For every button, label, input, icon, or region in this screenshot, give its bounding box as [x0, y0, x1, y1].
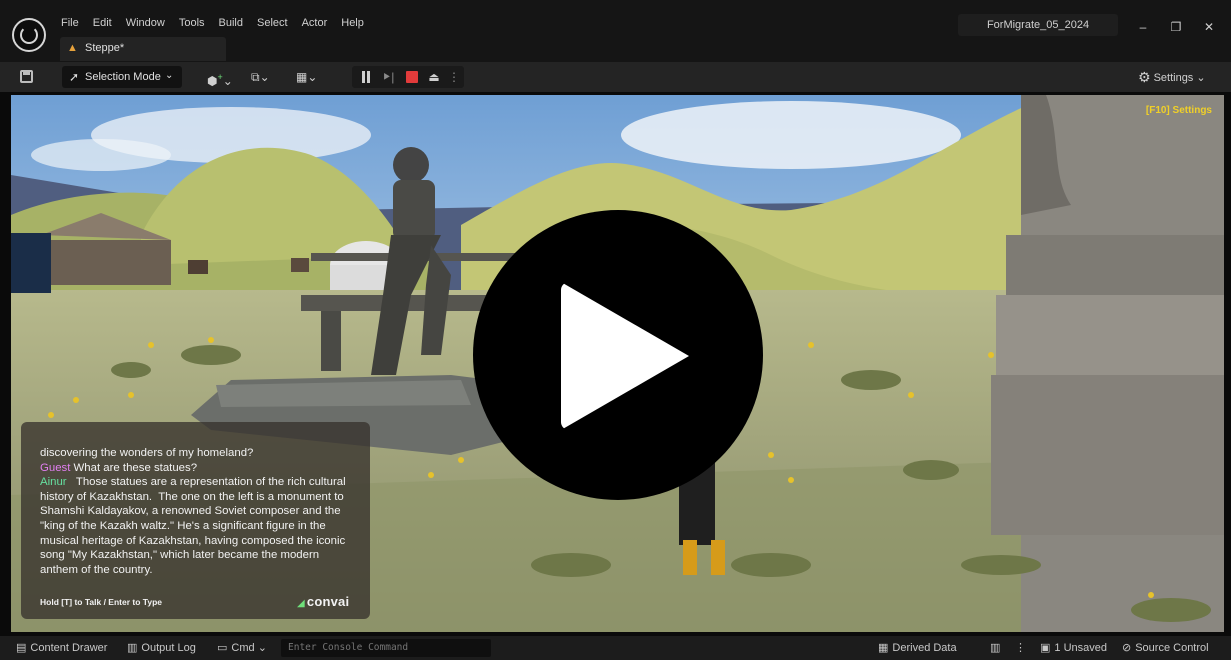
settings-dropdown[interactable]: ⚙ Settings ⌄ [1138, 68, 1206, 86]
project-name: ForMigrate_05_2024 [958, 14, 1118, 36]
derived-data-icon: ▦ [878, 642, 889, 654]
unsaved-button[interactable]: ▣ 1 Unsaved [1040, 636, 1107, 660]
convai-logo-icon: ◢ [297, 598, 305, 609]
close-icon[interactable]: ✕ [1198, 16, 1220, 38]
minimize-icon[interactable]: – [1132, 16, 1154, 38]
level-viewport[interactable]: [F10] Settings discovering the wonders o… [11, 95, 1224, 632]
play-controls: ⯈| ⏏ ⋮ [352, 66, 464, 88]
chat-transcript: discovering the wonders of my homeland? … [40, 446, 354, 577]
menu-help[interactable]: Help [334, 14, 371, 32]
save-icon[interactable] [18, 68, 36, 86]
level-tab[interactable]: ▲ Steppe* [60, 37, 226, 61]
menu-edit[interactable]: Edit [86, 14, 119, 32]
unsaved-label: 1 Unsaved [1054, 642, 1107, 654]
unsaved-icon: ▣ [1040, 642, 1051, 654]
content-drawer-label: Content Drawer [30, 642, 108, 654]
talk-hint: Hold [T] to Talk / Enter to Type [40, 597, 162, 607]
menu-select[interactable]: Select [250, 14, 295, 32]
console-input[interactable] [281, 639, 491, 657]
status-bar: ▤Content Drawer ▥Output Log ▭Cmd ⌄ ▦Deri… [0, 636, 1231, 660]
pause-icon[interactable] [356, 66, 376, 88]
video-play-button[interactable] [473, 210, 763, 500]
stop-icon[interactable] [406, 71, 418, 83]
derived-data-label: Derived Data [892, 642, 957, 654]
menu-file[interactable]: File [54, 14, 86, 32]
ainur-message: Those statues are a representation of th… [40, 476, 349, 576]
cursor-icon: ➚ [69, 70, 80, 84]
more-options-icon[interactable]: ⋮ [444, 66, 464, 88]
output-log-button[interactable]: ▥ Output Log [127, 636, 196, 660]
unreal-logo-icon[interactable] [12, 18, 46, 52]
play-icon [561, 282, 689, 430]
menu-actor[interactable]: Actor [295, 14, 335, 32]
content-drawer-button[interactable]: ▤ Content Drawer [16, 636, 107, 660]
chat-line-previous: discovering the wonders of my homeland? [40, 447, 254, 459]
level-icon: ▲ [67, 42, 78, 54]
selection-mode-label: Selection Mode [85, 71, 161, 83]
output-log-icon: ▥ [127, 642, 138, 654]
cinematics-icon[interactable]: ▦⌄ [296, 67, 317, 87]
f10-settings-label: [F10] Settings [1145, 105, 1212, 116]
gear-icon: ⚙ [1138, 69, 1151, 85]
chevron-down-icon: ⌄ [165, 70, 174, 81]
settings-label: Settings [1153, 72, 1194, 84]
convai-brand: convai [306, 594, 350, 609]
stats-icon[interactable]: ▥ [990, 636, 1000, 660]
eject-icon[interactable]: ⏏ [424, 66, 444, 88]
menu-bar: File Edit Window Tools Build Select Acto… [54, 14, 371, 32]
add-actor-icon[interactable]: ⬢+⌄ [207, 67, 233, 88]
source-control-icon: ⊘ [1122, 642, 1132, 654]
title-bar: File Edit Window Tools Build Select Acto… [0, 0, 1231, 62]
more-icon[interactable]: ⋮ [1015, 636, 1026, 660]
cmd-dropdown[interactable]: ▭ Cmd ⌄ [217, 636, 267, 660]
chat-line-guest: Guest What are these statues? [40, 461, 354, 476]
level-tab-label: Steppe* [85, 42, 125, 54]
chat-line-ainur: Ainur Those statues are a representation… [40, 475, 354, 577]
ainur-speaker-name: Ainur [40, 476, 67, 489]
menu-tools[interactable]: Tools [172, 14, 212, 32]
cmd-label: Cmd [231, 642, 255, 654]
terminal-icon: ▭ [217, 642, 228, 654]
source-control-button[interactable]: ⊘ Source Control [1122, 636, 1209, 660]
content-drawer-icon: ▤ [16, 642, 27, 654]
chat-panel: discovering the wonders of my homeland? … [21, 422, 370, 619]
blueprint-icon[interactable]: ⧉⌄ [251, 67, 270, 87]
menu-window[interactable]: Window [119, 14, 172, 32]
restore-icon[interactable]: ❐ [1165, 16, 1187, 38]
derived-data-button[interactable]: ▦ Derived Data [878, 636, 957, 660]
selection-mode-dropdown[interactable]: ➚ Selection Mode ⌄ [62, 66, 182, 88]
convai-logo: ◢ convai [297, 594, 349, 609]
guest-speaker-name: Guest [40, 461, 71, 474]
main-toolbar: ➚ Selection Mode ⌄ ⬢+⌄ ⧉⌄ ▦⌄ ⯈| ⏏ ⋮ ⚙ Set… [0, 62, 1231, 92]
output-log-label: Output Log [141, 642, 196, 654]
menu-build[interactable]: Build [212, 14, 250, 32]
source-control-label: Source Control [1135, 642, 1209, 654]
guest-message: What are these statues? [70, 461, 198, 474]
step-frame-icon[interactable]: ⯈| [378, 66, 398, 88]
